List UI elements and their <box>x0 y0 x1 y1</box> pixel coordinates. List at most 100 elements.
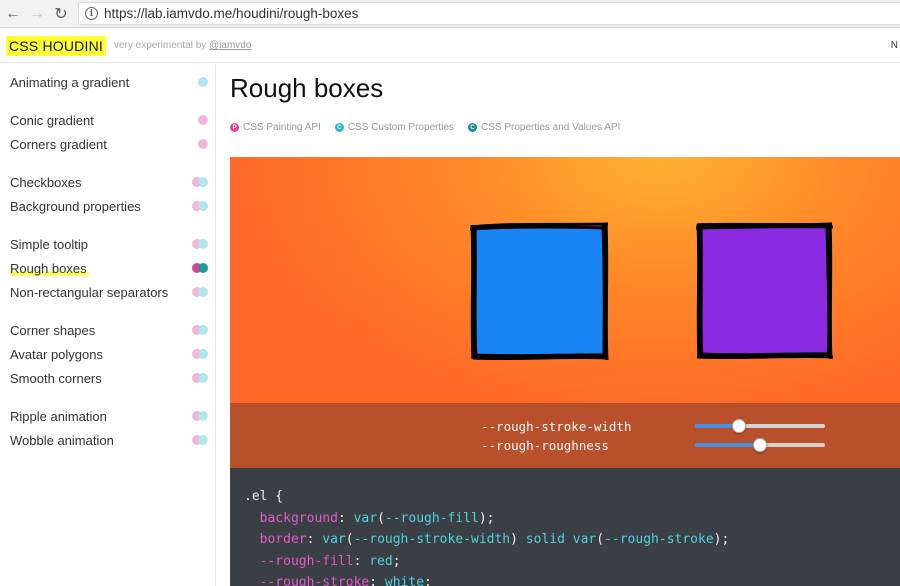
code-var: --rough-stroke <box>604 532 714 547</box>
code-fn: var <box>353 510 378 526</box>
sidebar-item[interactable]: Animating a gradient <box>10 72 210 92</box>
api-dots-icon <box>192 177 208 187</box>
sidebar-item-label: Corner shapes <box>10 322 96 338</box>
teal-dot-icon <box>198 263 208 273</box>
sidebar-item-label: Checkboxes <box>10 174 82 190</box>
api-dots-icon <box>192 373 208 383</box>
reload-icon: ↻ <box>54 5 68 23</box>
sidebar-item-label: Wobble animation <box>10 432 114 448</box>
code-prop: --rough-fill <box>259 553 354 569</box>
cyan-dot-icon <box>198 177 208 187</box>
roughness-slider[interactable] <box>695 438 825 452</box>
rough-box-blue-graphic <box>469 222 609 361</box>
reload-button[interactable]: ↻ <box>50 3 72 25</box>
sidebar-item[interactable]: Ripple animation <box>10 406 210 426</box>
slider-thumb[interactable] <box>732 419 747 433</box>
tagline: very experimental by @iamvdo <box>114 40 251 51</box>
site-info-icon[interactable]: i <box>85 7 98 20</box>
sidebar-item[interactable]: Conic gradient <box>10 110 210 130</box>
site-logo[interactable]: CSS HOUDINI <box>6 35 106 56</box>
api-tag-label: CSS Painting API <box>243 122 321 133</box>
code-value: red <box>369 553 393 569</box>
sidebar-item[interactable]: Rough boxes <box>10 258 210 278</box>
back-arrow-icon: ← <box>5 4 21 22</box>
api-tag-label: CSS Properties and Values API <box>480 122 621 133</box>
code-fn: var <box>322 532 346 547</box>
api-tag: P CSS Painting API <box>230 122 321 133</box>
code-prop: border <box>259 532 307 547</box>
controls-panel: --rough-stroke-width --rough-roughness <box>230 403 900 468</box>
forward-arrow-icon: → <box>29 4 45 22</box>
back-button[interactable]: ← <box>2 3 24 25</box>
sidebar-item[interactable]: Checkboxes <box>10 172 210 192</box>
sidebar-item-label: Avatar polygons <box>10 346 103 362</box>
api-dots-icon <box>198 77 208 87</box>
sidebar-item-label: Corners gradient <box>10 136 107 152</box>
code-prop: background <box>259 510 338 526</box>
sidebar-item-label: Rough boxes <box>10 260 89 276</box>
url-text[interactable]: https://lab.iamvdo.me/houdini/rough-boxe… <box>104 6 358 21</box>
cyan-dot-icon <box>198 77 208 87</box>
sidebar-item[interactable]: Background properties <box>10 196 210 216</box>
main-content: Rough boxes P CSS Painting API C CSS Custom… <box>217 64 900 586</box>
stroke-width-slider[interactable] <box>695 419 825 433</box>
slider-thumb[interactable] <box>753 438 767 452</box>
sidebar-item[interactable]: Simple tooltip <box>10 234 210 254</box>
roughness-label: --rough-roughness <box>481 438 609 453</box>
sidebar-item-label: Background properties <box>10 198 141 214</box>
cyan-dot-icon <box>198 373 208 383</box>
tagline-prefix: very experimental by <box>114 40 210 51</box>
cyan-dot-icon <box>198 349 208 359</box>
sidebar-item-label: Non-rectangular separators <box>10 284 169 300</box>
cyan-dot-icon <box>198 325 208 335</box>
sidebar-nav: Animating a gradient Conic gradient Corner… <box>0 64 216 586</box>
address-bar[interactable]: i https://lab.iamvdo.me/houdini/rough-bo… <box>78 2 900 25</box>
sidebar-item-label: Smooth corners <box>10 370 102 386</box>
api-tags: P CSS Painting API C CSS Custom Properties C… <box>230 122 634 133</box>
sidebar-item-label: Ripple animation <box>10 408 107 424</box>
api-tag: C CSS Custom Properties <box>334 122 454 133</box>
header-right-item[interactable]: N <box>891 40 898 51</box>
api-dots-icon <box>198 139 208 149</box>
api-dots-icon <box>192 263 208 273</box>
api-dots-icon <box>192 349 208 359</box>
api-dots-icon <box>198 115 208 125</box>
api-dots-icon <box>192 201 208 211</box>
code-fn: var <box>572 532 597 547</box>
author-link[interactable]: @iamvdo <box>209 40 251 51</box>
sidebar-item[interactable]: Wobble animation <box>10 430 210 450</box>
browser-toolbar: ← → ↻ i https://lab.iamvdo.me/houdini/ro… <box>0 0 900 28</box>
sidebar-item-label: Animating a gradient <box>10 74 130 90</box>
api-dots-icon <box>192 239 208 249</box>
api-tag-badge-icon: P <box>230 123 239 132</box>
api-tag-badge-icon: C <box>334 123 344 132</box>
cyan-dot-icon <box>198 239 208 249</box>
sidebar-item[interactable]: Smooth corners <box>10 368 210 388</box>
sidebar-item[interactable]: Avatar polygons <box>10 344 210 364</box>
sidebar-item[interactable]: Non-rectangular separators <box>10 282 210 302</box>
api-dots-icon <box>192 411 208 421</box>
code-var: --rough-fill <box>384 510 479 526</box>
cyan-dot-icon <box>198 411 208 421</box>
demo-area <box>230 157 900 403</box>
pink-dot-icon <box>198 139 208 149</box>
pink-dot-icon <box>198 115 208 125</box>
api-dots-icon <box>192 287 208 297</box>
cyan-dot-icon <box>198 201 208 211</box>
sidebar-item-label: Simple tooltip <box>10 236 89 252</box>
api-dots-icon <box>192 325 208 335</box>
sidebar-item-label: Conic gradient <box>10 112 94 128</box>
forward-button[interactable]: → <box>26 3 48 25</box>
code-block: .el { background: var(--rough-fill); bor… <box>230 468 900 586</box>
code-var: --rough-stroke-width <box>353 532 511 547</box>
sidebar-item[interactable]: Corner shapes <box>10 320 210 340</box>
site-header: CSS HOUDINI very experimental by @iamvdo… <box>0 29 900 63</box>
stroke-width-label: --rough-stroke-width <box>481 419 632 434</box>
cyan-dot-icon <box>198 287 208 297</box>
cyan-dot-icon <box>198 435 208 445</box>
code-value: solid <box>525 532 565 547</box>
rough-box-purple-graphic <box>695 222 834 360</box>
sidebar-item[interactable]: Corners gradient <box>10 134 210 154</box>
code-value: white <box>384 575 425 586</box>
code-prop: --rough-stroke <box>259 575 370 586</box>
